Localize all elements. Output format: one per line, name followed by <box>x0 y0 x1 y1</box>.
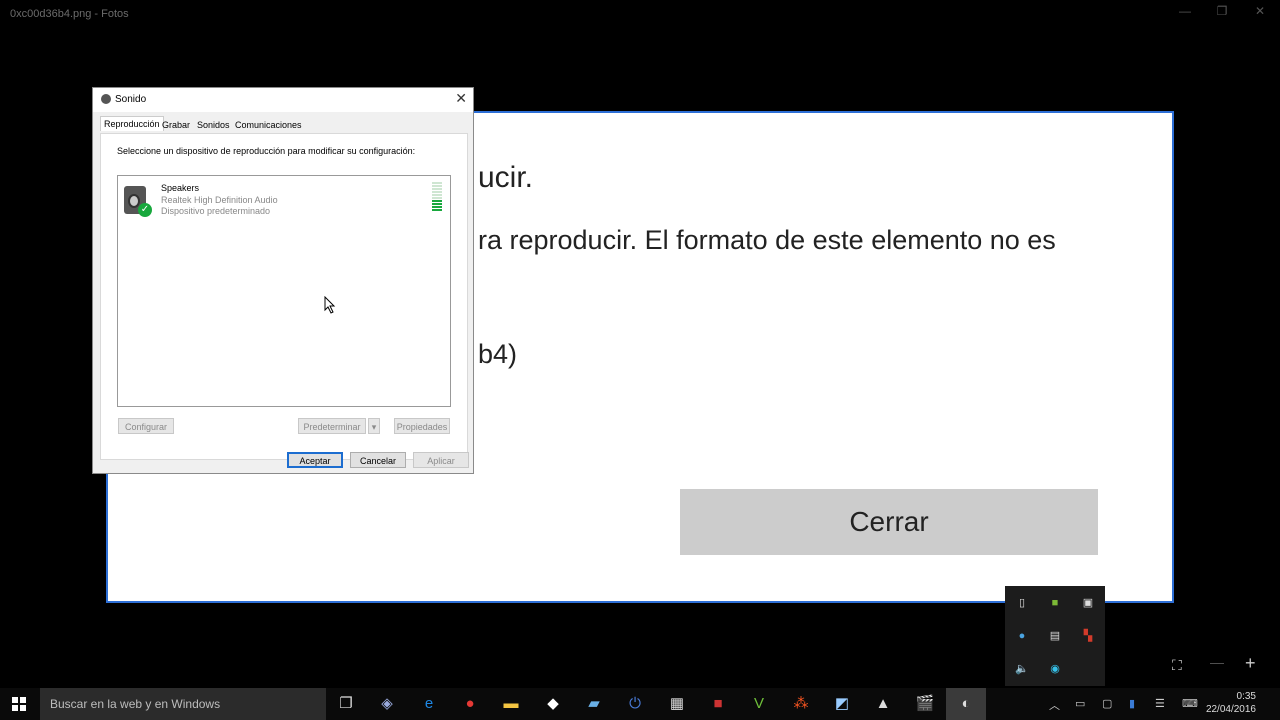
printer-icon[interactable]: ▣ <box>1081 596 1095 610</box>
volume-meter-segment <box>432 197 442 199</box>
app-icon-5[interactable]: ◩ <box>822 688 862 720</box>
taskbar-clock[interactable]: 0:35 22/04/2016 <box>1206 690 1256 716</box>
close-window-button[interactable]: ✕ <box>1250 4 1270 18</box>
ok-button[interactable]: Aceptar <box>287 452 343 468</box>
app-icon-1[interactable]: ◈ <box>367 688 407 720</box>
dialog-titlebar[interactable]: Sonido ✕ <box>93 88 473 112</box>
taskbar: Buscar en la web y en Windows ❐ ◈ e ● ▬ … <box>0 688 1280 720</box>
volume-meter-segment <box>432 206 442 208</box>
usb-icon[interactable]: ▯ <box>1015 596 1029 610</box>
fullscreen-icon[interactable]: ⛶ <box>1172 657 1182 674</box>
tab-sonidos[interactable]: Sonidos <box>194 118 233 132</box>
game-icon-gta[interactable]: ■ <box>698 688 738 720</box>
clock-date: 22/04/2016 <box>1205 704 1256 715</box>
tab-comunicaciones[interactable]: Comunicaciones <box>232 118 305 132</box>
zoom-out-icon[interactable]: — <box>1210 654 1224 670</box>
volume-meter-segment <box>432 185 442 187</box>
app-icon-3[interactable]: ▰ <box>574 688 614 720</box>
device-name: Speakers <box>161 183 200 193</box>
error-code: b4) <box>478 339 518 369</box>
error-close-button[interactable]: Cerrar <box>680 489 1098 555</box>
tray-overflow-popup: ▯ ■ ▣ ● ▤ ▚ 🔈 ◉ <box>1005 586 1105 686</box>
mouse-cursor-icon <box>324 296 336 314</box>
app-icon-2[interactable]: ◆ <box>533 688 573 720</box>
file-explorer-icon[interactable]: ▬ <box>491 688 531 720</box>
taskbar-search-input[interactable]: Buscar en la web y en Windows <box>40 688 326 720</box>
tray-chevron-up-icon[interactable]: ︿ <box>1049 697 1060 713</box>
error-message: ra reproducir. El formato de este elemen… <box>478 225 1056 255</box>
volume-meter-segment <box>432 203 442 205</box>
volume-meter-segment <box>432 182 442 184</box>
volume-meter-segment <box>432 188 442 190</box>
steam-tray-icon[interactable]: ◉ <box>1048 662 1062 676</box>
edge-icon[interactable]: e <box>409 688 449 720</box>
power-app-icon[interactable]: ⏻ <box>615 688 655 720</box>
properties-button[interactable]: Propiedades <box>394 418 450 434</box>
notification-icon[interactable]: ☰ <box>1155 697 1165 710</box>
volume-meter-segment <box>432 200 442 202</box>
keyboard-icon[interactable]: ⌨ <box>1182 697 1198 710</box>
device-list[interactable]: ✓ Speakers Realtek High Definition Audio… <box>117 175 451 407</box>
maximize-button[interactable]: ❐ <box>1212 4 1232 18</box>
error-title: ucir. <box>478 161 534 194</box>
zoom-in-icon[interactable]: + <box>1245 653 1256 674</box>
sound-dialog: Sonido ✕ Reproducción Grabar Sonidos Com… <box>92 87 474 474</box>
tray-icon-b[interactable]: ▮ <box>1129 697 1135 710</box>
playback-tab-panel: Seleccione un dispositivo de reproducció… <box>100 133 468 460</box>
sound-settings-icon[interactable]: ◐ <box>946 688 986 720</box>
app-icon-4[interactable]: ⁂ <box>781 688 821 720</box>
app-tray-icon[interactable]: ▚ <box>1081 629 1095 643</box>
set-default-dropdown-button[interactable]: ▾ <box>368 418 380 434</box>
configure-button[interactable]: Configurar <box>118 418 174 434</box>
clock-time: 0:35 <box>1236 691 1256 702</box>
game-icon-v[interactable]: V <box>739 688 779 720</box>
dialog-title: Sonido <box>115 94 147 105</box>
cancel-button[interactable]: Cancelar <box>350 452 406 468</box>
volume-meter-segment <box>432 191 442 193</box>
device-status: Dispositivo predeterminado <box>161 206 271 216</box>
task-view-icon[interactable]: ❐ <box>326 688 366 720</box>
chevron-down-icon: ▾ <box>371 422 377 432</box>
tab-grabar[interactable]: Grabar <box>159 118 193 132</box>
chrome-tray-icon[interactable]: ● <box>1015 629 1029 643</box>
minimize-button[interactable]: — <box>1175 4 1195 18</box>
volume-meter-segment <box>432 194 442 196</box>
tab-reproduccion[interactable]: Reproducción <box>100 116 164 131</box>
volume-meter <box>432 182 442 216</box>
device-driver: Realtek High Definition Audio <box>161 195 278 205</box>
window-title: 0xc00d36b4.png - Fotos <box>10 8 129 20</box>
nvidia-icon[interactable]: ■ <box>1048 596 1062 610</box>
instruction-text: Seleccione un dispositivo de reproducció… <box>117 146 416 156</box>
windows-start-icon[interactable] <box>12 697 26 711</box>
apply-button[interactable]: Aplicar <box>413 452 469 468</box>
chrome-icon[interactable]: ● <box>450 688 490 720</box>
photos-icon[interactable]: ▲ <box>863 688 903 720</box>
network-icon[interactable]: ▢ <box>1102 697 1112 710</box>
speaker-icon <box>101 94 111 104</box>
set-default-button[interactable]: Predeterminar <box>298 418 366 434</box>
volume-tray-icon[interactable]: 🔈 <box>1015 662 1029 676</box>
default-check-icon: ✓ <box>138 203 152 217</box>
calculator-icon[interactable]: ▦ <box>657 688 697 720</box>
movies-icon[interactable]: 🎬 <box>905 688 945 720</box>
dialog-close-icon[interactable]: ✕ <box>455 90 467 107</box>
window-tray-icon[interactable]: ▤ <box>1048 629 1062 643</box>
tray-icon-a[interactable]: ▭ <box>1075 697 1085 710</box>
volume-meter-segment <box>432 209 442 211</box>
